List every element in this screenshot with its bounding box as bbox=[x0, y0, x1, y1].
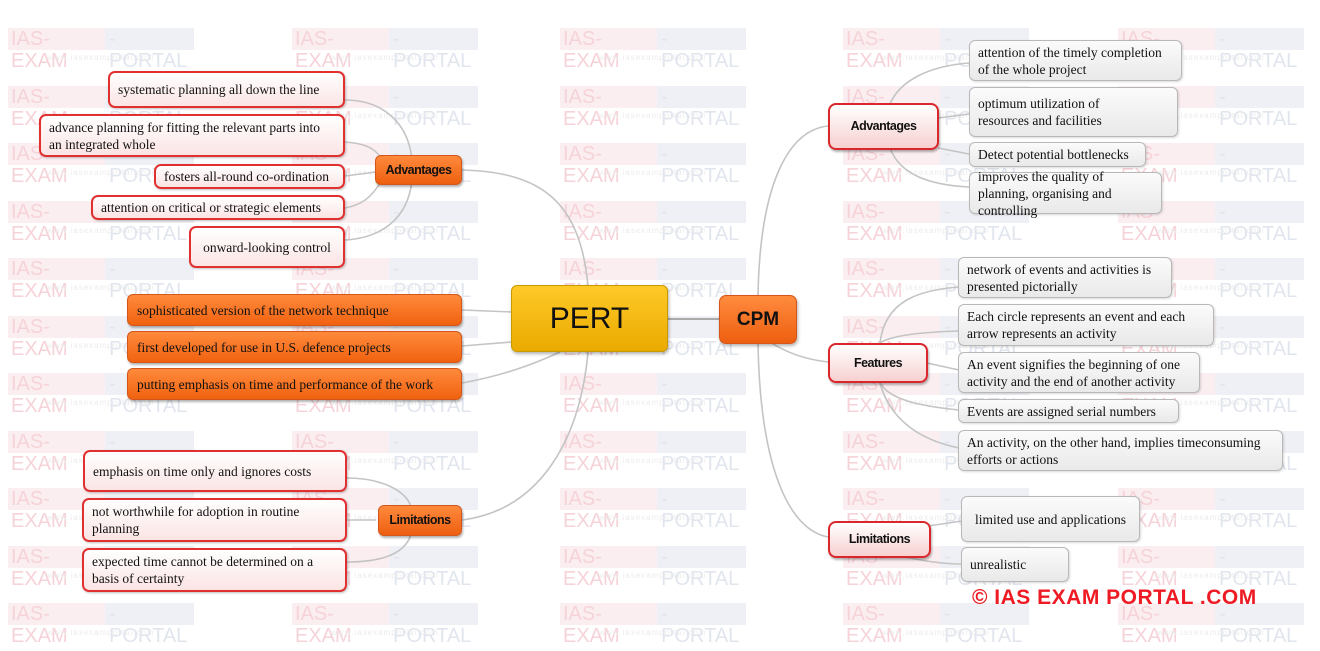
connector bbox=[879, 382, 960, 411]
cpm-text: CPM bbox=[736, 309, 780, 330]
item-text: emphasis on time only and ignores costs bbox=[93, 463, 312, 479]
pert-advantage-item: advance planning for fitting the relevan… bbox=[39, 114, 345, 157]
pert-limitation-item: not worthwhile for adoption in routine p… bbox=[82, 498, 347, 542]
pert-limitations-header[interactable]: Limitations bbox=[378, 505, 462, 536]
cpm-node[interactable]: CPM bbox=[719, 295, 797, 344]
item-text: unrealistic bbox=[970, 557, 1027, 572]
connector bbox=[344, 179, 383, 209]
pert-feature-item: putting emphasis on time and performance… bbox=[127, 368, 462, 400]
header-text: Limitations bbox=[389, 513, 451, 527]
cpm-features-header[interactable]: Features bbox=[828, 343, 928, 383]
connector bbox=[937, 113, 970, 119]
connector bbox=[344, 99, 413, 161]
cpm-advantages-header[interactable]: Advantages bbox=[828, 103, 939, 150]
item-text: putting emphasis on time and performance… bbox=[137, 376, 434, 392]
connector bbox=[757, 341, 829, 538]
item-text: advance planning for fitting the relevan… bbox=[49, 119, 321, 152]
connector bbox=[344, 171, 377, 177]
item-text: attention of the timely completion of th… bbox=[978, 44, 1162, 77]
cpm-limitation-item: unrealistic bbox=[961, 547, 1069, 582]
pert-advantage-item: fosters all-round co-ordination bbox=[154, 164, 345, 189]
cpm-advantage-item: improves the quality of planning, organi… bbox=[969, 169, 1162, 218]
item-text: optimum utilization of resources and fac… bbox=[978, 96, 1102, 128]
cpm-limitation-item: limited use and applications bbox=[961, 496, 1140, 542]
connector bbox=[461, 309, 513, 313]
header-text: Features bbox=[853, 355, 903, 370]
item-text: fosters all-round co-ordination bbox=[164, 169, 329, 184]
connector bbox=[461, 351, 561, 384]
cpm-feature-item: Each circle represents an event and each… bbox=[958, 304, 1214, 346]
pert-feature-item: sophisticated version of the network tec… bbox=[127, 294, 462, 326]
cpm-advantage-item: Detect potential bottlenecks bbox=[969, 142, 1146, 167]
connector bbox=[879, 382, 960, 449]
connector bbox=[889, 147, 970, 188]
item-text: attention on critical or strategic eleme… bbox=[101, 200, 322, 215]
connector bbox=[889, 62, 970, 105]
item-text: An activity, on the other hand, implies … bbox=[967, 434, 1261, 467]
pert-limitation-item: expected time cannot be determined on a … bbox=[82, 548, 347, 592]
cpm-feature-item: Events are assigned serial numbers bbox=[958, 399, 1179, 423]
root-text: PERT bbox=[549, 302, 630, 335]
item-text: An event signifies the beginning of one … bbox=[967, 356, 1180, 389]
connector bbox=[926, 362, 960, 371]
cpm-feature-item: network of events and activities is pres… bbox=[958, 257, 1172, 298]
pert-feature-item: first developed for use in U.S. defence … bbox=[127, 331, 462, 363]
connector bbox=[461, 169, 589, 287]
connector bbox=[757, 125, 829, 297]
pert-advantages-header[interactable]: Advantages bbox=[375, 155, 462, 185]
item-text: first developed for use in U.S. defence … bbox=[137, 339, 391, 355]
connector bbox=[461, 341, 513, 347]
item-text: Detect potential bottlenecks bbox=[978, 147, 1129, 162]
item-text: limited use and applications bbox=[974, 511, 1127, 527]
connector bbox=[879, 330, 960, 344]
copyright-notice: © IAS EXAM PORTAL .COM bbox=[972, 586, 1257, 609]
connector bbox=[879, 286, 960, 344]
connector bbox=[344, 179, 413, 241]
item-text: Events are assigned serial numbers bbox=[967, 403, 1156, 419]
cpm-feature-item: An event signifies the beginning of one … bbox=[958, 352, 1200, 393]
cpm-advantage-item: optimum utilization of resources and fac… bbox=[969, 87, 1178, 137]
item-text: sophisticated version of the network tec… bbox=[137, 302, 389, 318]
cpm-feature-item: An activity, on the other hand, implies … bbox=[958, 430, 1283, 471]
connector bbox=[461, 351, 589, 521]
connector bbox=[937, 147, 970, 155]
pert-root-node[interactable]: PERT bbox=[511, 285, 668, 352]
item-text: expected time cannot be determined on a … bbox=[92, 554, 314, 586]
cpm-limitations-header[interactable]: Limitations bbox=[828, 521, 931, 558]
cpm-advantage-item: attention of the timely completion of th… bbox=[969, 40, 1182, 81]
pert-advantage-item: systematic planning all down the line bbox=[108, 71, 345, 108]
pert-advantage-item: onward-looking control bbox=[189, 226, 345, 268]
item-text: onward-looking control bbox=[203, 239, 331, 255]
header-text: Advantages bbox=[850, 119, 917, 133]
item-text: not worthwhile for adoption in routine p… bbox=[92, 504, 300, 536]
item-text: Each circle represents an event and each… bbox=[967, 309, 1186, 341]
item-text: systematic planning all down the line bbox=[118, 82, 320, 97]
connector bbox=[927, 520, 963, 527]
header-text: Advantages bbox=[385, 162, 452, 177]
pert-advantage-item: attention on critical or strategic eleme… bbox=[91, 195, 345, 220]
connector bbox=[769, 341, 829, 363]
item-text: improves the quality of planning, organi… bbox=[978, 168, 1112, 218]
item-text: network of events and activities is pres… bbox=[967, 261, 1152, 294]
pert-limitation-item: emphasis on time only and ignores costs bbox=[83, 450, 347, 492]
header-text: Limitations bbox=[848, 532, 911, 546]
